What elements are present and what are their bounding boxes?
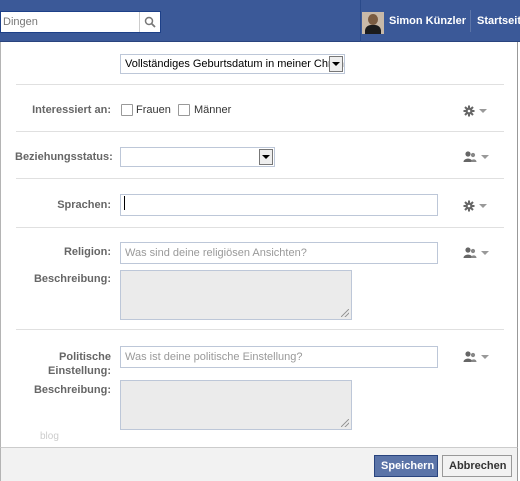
cancel-button[interactable]: Abbrechen — [442, 455, 512, 477]
section-divider — [16, 131, 504, 132]
text-caret — [124, 196, 125, 210]
section-divider — [16, 329, 504, 330]
privacy-selector-religion[interactable] — [463, 246, 489, 260]
gear-icon — [463, 105, 475, 117]
religion-description-textarea[interactable] — [120, 270, 352, 320]
checkbox-maenner[interactable] — [178, 104, 190, 116]
top-bar: Simon Künzler Startseite — [0, 0, 520, 42]
privacy-selector-politics[interactable] — [463, 350, 489, 364]
search-input[interactable] — [1, 12, 139, 32]
birthday-visibility-select[interactable]: Vollständiges Geburtsdatum in meiner Chr… — [120, 54, 345, 74]
people-icon — [463, 247, 477, 258]
watermark: blog — [40, 431, 59, 442]
checkbox-maenner-label: Männer — [194, 104, 232, 116]
religion-description-label: Beschreibung: — [33, 273, 111, 285]
section-divider — [16, 84, 504, 85]
topbar-divider — [360, 0, 361, 42]
politics-input[interactable]: Was ist deine politische Einstellung? — [120, 346, 438, 368]
chevron-down-icon — [481, 251, 489, 255]
politics-description-label: Beschreibung: — [33, 384, 111, 396]
resize-grip-icon[interactable] — [341, 419, 349, 427]
edit-profile-form: Vollständiges Geburtsdatum in meiner Chr… — [0, 42, 518, 447]
section-divider — [16, 227, 504, 228]
topbar-divider-2 — [470, 10, 471, 32]
religion-input[interactable]: Was sind deine religiösen Ansichten? — [120, 242, 438, 264]
chevron-down-icon — [481, 355, 489, 359]
languages-input[interactable] — [120, 194, 438, 216]
people-icon — [463, 151, 477, 162]
search-icon — [144, 16, 156, 28]
politics-placeholder: Was ist deine politische Einstellung? — [125, 351, 303, 363]
chevron-down-icon — [479, 109, 487, 113]
privacy-selector-relationship[interactable] — [463, 150, 489, 164]
people-icon — [463, 351, 477, 362]
relationship-label: Beziehungsstatus: — [15, 151, 113, 163]
save-button[interactable]: Speichern — [374, 455, 438, 477]
gear-icon — [463, 200, 475, 212]
dialog-footer: Speichern Abbrechen — [0, 447, 518, 481]
relationship-select[interactable] — [120, 147, 275, 167]
section-divider — [16, 178, 504, 179]
search-button[interactable] — [139, 12, 159, 32]
religion-placeholder: Was sind deine religiösen Ansichten? — [125, 247, 307, 259]
resize-grip-icon[interactable] — [341, 309, 349, 317]
privacy-selector-languages[interactable] — [463, 199, 489, 213]
religion-label: Religion: — [63, 246, 111, 258]
interested-in-label: Interessiert an: — [32, 104, 111, 116]
search-box — [0, 11, 161, 33]
chevron-down-icon — [329, 56, 343, 72]
chevron-down-icon — [479, 204, 487, 208]
languages-label: Sprachen: — [57, 199, 111, 211]
home-link[interactable]: Startseite — [477, 15, 520, 27]
politics-label: Politische Einstellung: — [48, 351, 111, 377]
avatar[interactable] — [362, 12, 384, 34]
birthday-visibility-value: Vollständiges Geburtsdatum in meiner Chr… — [125, 58, 344, 70]
checkbox-frauen-label: Frauen — [136, 104, 171, 116]
chevron-down-icon — [259, 149, 273, 165]
checkbox-frauen[interactable] — [121, 104, 133, 116]
privacy-selector-interested[interactable] — [463, 104, 489, 118]
politics-description-textarea[interactable] — [120, 380, 352, 430]
profile-link[interactable]: Simon Künzler — [389, 15, 466, 27]
chevron-down-icon — [481, 155, 489, 159]
